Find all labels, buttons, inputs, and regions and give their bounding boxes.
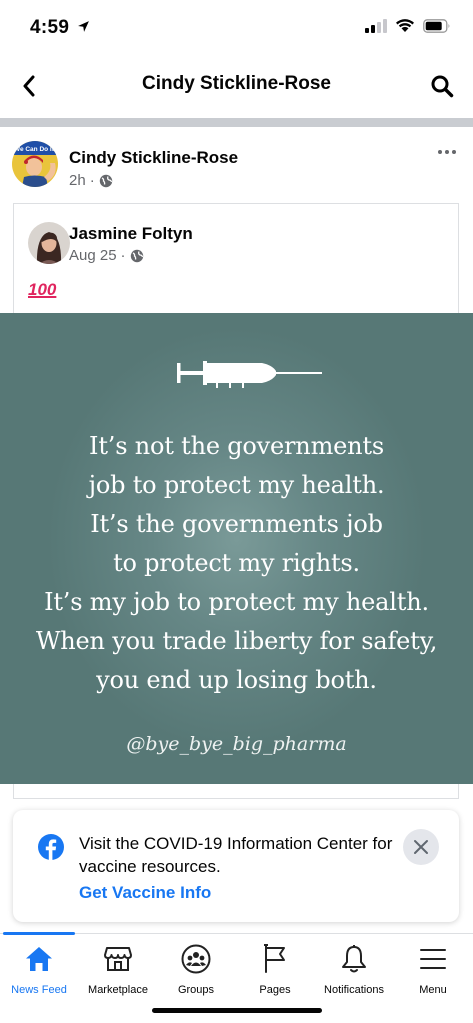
home-indicator[interactable] [152, 1008, 322, 1013]
covid-info-message: Visit the COVID-19 Information Center fo… [79, 834, 393, 876]
more-dot [452, 150, 456, 154]
tab-news-feed[interactable]: News Feed [0, 942, 79, 1006]
post-header: We Can Do It! Cindy Stickline-Rose 2h · [0, 127, 473, 199]
status-time: 4:59 [30, 17, 90, 39]
more-dot [445, 150, 449, 154]
shared-author-name[interactable]: Jasmine Foltyn [69, 224, 193, 244]
nav-header: Cindy Stickline-Rose [0, 56, 473, 116]
search-button[interactable] [425, 68, 459, 104]
dismiss-button[interactable] [403, 829, 439, 865]
tab-groups[interactable]: Groups [156, 942, 236, 1006]
menu-icon [420, 949, 446, 969]
shared-author-avatar[interactable] [28, 222, 70, 264]
tab-menu[interactable]: Menu [393, 942, 473, 1006]
home-icon [26, 947, 52, 971]
globe-icon [130, 249, 143, 262]
hundred-points-emoji: 100 [28, 280, 57, 299]
meta-separator-dot: · [120, 247, 126, 264]
more-options-button[interactable] [435, 145, 459, 159]
bell-icon [342, 945, 366, 973]
quote-line: It’s my job to protect my health. [44, 588, 429, 616]
more-dot [438, 150, 442, 154]
svg-text:We Can Do It!: We Can Do It! [14, 146, 56, 153]
close-icon [414, 840, 428, 854]
tab-label: Menu [419, 984, 447, 996]
covid-info-card: Visit the COVID-19 Information Center fo… [13, 810, 459, 922]
active-tab-indicator [3, 932, 75, 935]
tab-label: Notifications [324, 984, 384, 996]
facebook-logo-icon [38, 834, 64, 860]
quote-line: to protect my rights. [113, 549, 360, 577]
cellular-signal-icon [365, 18, 387, 33]
author-avatar[interactable]: We Can Do It! [12, 141, 58, 187]
wifi-icon [396, 19, 414, 32]
post-author-name[interactable]: Cindy Stickline-Rose [69, 148, 238, 168]
rosie-riveter-avatar-image: We Can Do It! [12, 141, 58, 187]
profile-photo-image [28, 222, 70, 264]
quote-text: It’s not the governments job to protect … [0, 427, 473, 700]
tab-notifications[interactable]: Notifications [314, 942, 394, 1006]
quote-image[interactable]: It’s not the governments job to protect … [0, 313, 473, 784]
syringe-icon [177, 361, 322, 388]
tab-marketplace[interactable]: Marketplace [78, 942, 158, 1006]
quote-line: It’s the governments job [90, 510, 383, 538]
tab-pages[interactable]: Pages [235, 942, 315, 1006]
get-vaccine-info-link[interactable]: Get Vaccine Info [79, 883, 211, 903]
groups-icon [181, 944, 211, 974]
tab-label: News Feed [11, 984, 67, 996]
section-divider [0, 118, 473, 127]
pages-flag-icon [264, 944, 285, 973]
search-icon [431, 75, 454, 98]
post-time[interactable]: 2h [69, 172, 86, 189]
marketplace-icon [104, 947, 132, 971]
location-arrow-icon [77, 21, 89, 32]
battery-icon [423, 18, 450, 33]
quote-line: job to protect my health. [88, 471, 385, 499]
status-icons [365, 18, 451, 33]
quote-line: It’s not the governments [89, 432, 384, 460]
quote-credit: @bye_bye_big_pharma [126, 733, 347, 755]
post-meta: 2h · [69, 172, 113, 189]
tab-label: Groups [177, 984, 215, 996]
tab-label: Marketplace [88, 984, 148, 996]
meta-separator-dot: · [89, 172, 95, 189]
shared-post-meta: Aug 25 · [69, 247, 144, 264]
globe-icon [99, 174, 112, 187]
quote-line: you end up losing both. [96, 666, 377, 694]
quote-line: When you trade liberty for safety, [35, 627, 438, 655]
status-bar: 4:59 [0, 0, 473, 56]
tab-label: Pages [259, 984, 291, 996]
page-title: Cindy Stickline-Rose [142, 73, 331, 94]
shared-post-date[interactable]: Aug 25 [69, 247, 117, 264]
shared-post-header: Jasmine Foltyn Aug 25 · 100 [14, 204, 458, 312]
status-time-text: 4:59 [30, 17, 70, 38]
